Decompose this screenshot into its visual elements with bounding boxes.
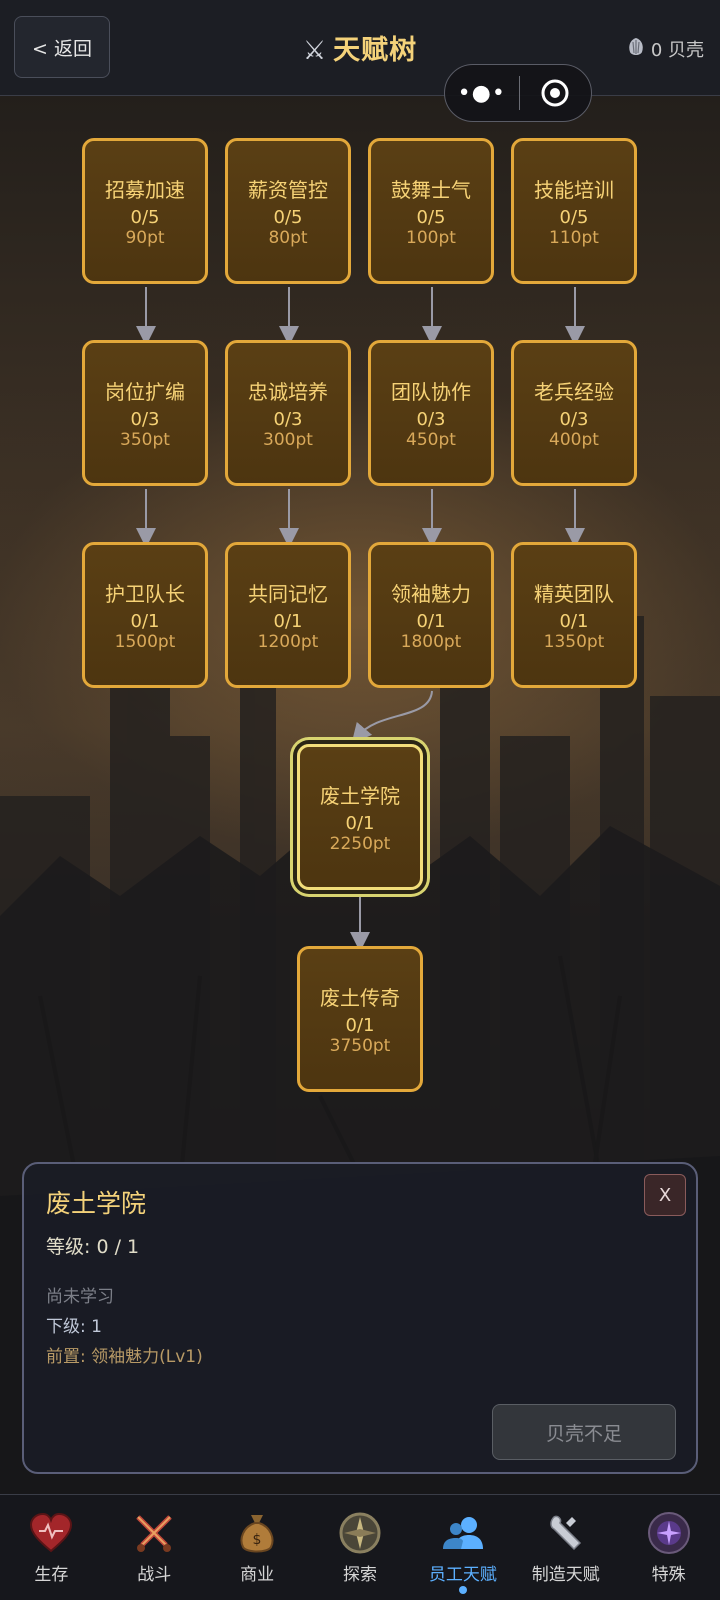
page-title-text: 天赋树 (333, 35, 418, 66)
talent-name: 技能培训 (534, 178, 614, 202)
crossed-swords-icon: ⚔ (302, 36, 328, 66)
talent-cost: 80pt (268, 228, 308, 248)
talent-cost: 300pt (263, 430, 313, 450)
talent-level: 0/1 (273, 611, 303, 632)
talent-node-teamwork[interactable]: 团队协作 0/3 450pt (368, 340, 494, 486)
tab-label: 商业 (240, 1565, 275, 1585)
special-icon (646, 1510, 692, 1556)
talent-cost: 100pt (406, 228, 456, 248)
talent-node-elite-team[interactable]: 精英团队 0/1 1350pt (511, 542, 637, 688)
detail-title: 废土学院 (46, 1189, 147, 1218)
upgrade-button[interactable]: 贝壳不足 (492, 1404, 676, 1460)
talent-level: 0/1 (559, 611, 589, 632)
compass-icon (337, 1510, 383, 1556)
svg-text:$: $ (253, 1532, 262, 1548)
talent-node-leader-charisma[interactable]: 领袖魅力 0/1 1800pt (368, 542, 494, 688)
shell-count-text: 0 贝壳 (650, 40, 704, 61)
tab-commerce[interactable]: $ 商业 (206, 1495, 309, 1600)
tab-explore[interactable]: 探索 (309, 1495, 412, 1600)
talent-name: 鼓舞士气 (391, 178, 471, 202)
talent-level: 0/1 (416, 611, 446, 632)
talent-cost: 2250pt (329, 834, 391, 854)
talent-level: 0/1 (130, 611, 160, 632)
talent-node-wasteland-academy[interactable]: 废土学院 0/1 2250pt (297, 744, 423, 890)
talent-name: 忠诚培养 (248, 380, 328, 404)
talent-node-skill-training[interactable]: 技能培训 0/5 110pt (511, 138, 637, 284)
detail-next-level: 下级: 1 (46, 1317, 102, 1337)
tab-staff-talent[interactable]: 员工天赋 (411, 1495, 514, 1600)
talent-cost: 350pt (120, 430, 170, 450)
talent-node-loyalty[interactable]: 忠诚培养 0/3 300pt (225, 340, 351, 486)
talent-level: 0/5 (559, 207, 589, 228)
mini-program-capsule: •●• (444, 64, 592, 122)
active-tab-indicator (459, 1586, 467, 1594)
talent-node-post-expansion[interactable]: 岗位扩编 0/3 350pt (82, 340, 208, 486)
talent-node-morale[interactable]: 鼓舞士气 0/5 100pt (368, 138, 494, 284)
talent-level: 0/5 (416, 207, 446, 228)
talent-node-salary-control[interactable]: 薪资管控 0/5 80pt (225, 138, 351, 284)
tab-label: 生存 (34, 1565, 69, 1585)
talent-level: 0/1 (345, 813, 375, 834)
page-title: ⚔ 天赋树 (0, 28, 720, 67)
talent-cost: 1500pt (114, 632, 176, 652)
close-button[interactable]: X (644, 1174, 686, 1216)
talent-level: 0/3 (273, 409, 303, 430)
talent-name: 精英团队 (534, 582, 614, 606)
talent-name: 废土学院 (320, 784, 400, 808)
talent-level: 0/5 (130, 207, 160, 228)
talent-name: 团队协作 (391, 380, 471, 404)
talent-cost: 90pt (125, 228, 165, 248)
tab-label: 探索 (343, 1565, 377, 1585)
talent-level: 0/3 (130, 409, 160, 430)
talent-name: 招募加速 (105, 178, 185, 202)
detail-level: 等级: 0 / 1 (46, 1236, 140, 1258)
talent-name: 薪资管控 (248, 178, 328, 202)
detail-prerequisite: 前置: 领袖魅力(Lv1) (46, 1347, 203, 1367)
crossed-swords-icon (131, 1510, 177, 1556)
more-dots-icon[interactable]: •●• (445, 81, 519, 106)
talent-name: 老兵经验 (534, 380, 614, 404)
talent-cost: 3750pt (329, 1036, 391, 1056)
bottom-tab-bar: 生存 战斗 $ 商业 探索 员工天赋 制造天赋 特殊 (0, 1494, 720, 1600)
talent-node-shared-memory[interactable]: 共同记忆 0/1 1200pt (225, 542, 351, 688)
talent-name: 废土传奇 (320, 986, 400, 1010)
talent-cost: 1800pt (400, 632, 462, 652)
talent-node-recruit-speed[interactable]: 招募加速 0/5 90pt (82, 138, 208, 284)
target-icon[interactable] (520, 78, 592, 108)
tab-label: 战斗 (137, 1565, 172, 1585)
talent-name: 岗位扩编 (105, 380, 185, 404)
talent-cost: 1350pt (543, 632, 605, 652)
talent-level: 0/1 (345, 1015, 375, 1036)
shell-balance: 0 贝壳 (627, 36, 704, 62)
tab-label: 特殊 (651, 1565, 686, 1585)
talent-node-guard-captain[interactable]: 护卫队长 0/1 1500pt (82, 542, 208, 688)
talent-cost: 110pt (549, 228, 599, 248)
talent-node-wasteland-legend[interactable]: 废土传奇 0/1 3750pt (297, 946, 423, 1092)
wrench-icon (543, 1510, 589, 1556)
talent-cost: 450pt (406, 430, 456, 450)
talent-name: 护卫队长 (105, 582, 185, 606)
talent-level: 0/3 (559, 409, 589, 430)
money-bag-icon: $ (234, 1510, 280, 1556)
tab-survival[interactable]: 生存 (0, 1495, 103, 1600)
talent-name: 共同记忆 (248, 582, 328, 606)
talent-level: 0/5 (273, 207, 303, 228)
tab-special[interactable]: 特殊 (617, 1495, 720, 1600)
tab-label: 制造天赋 (531, 1565, 600, 1585)
staff-icon (440, 1510, 486, 1556)
detail-status: 尚未学习 (46, 1287, 114, 1307)
talent-cost: 400pt (549, 430, 599, 450)
tab-label: 员工天赋 (428, 1565, 497, 1585)
talent-detail-panel: 废土学院 等级: 0 / 1 尚未学习 下级: 1 前置: 领袖魅力(Lv1) … (22, 1162, 698, 1474)
talent-node-veteran[interactable]: 老兵经验 0/3 400pt (511, 340, 637, 486)
talent-level: 0/3 (416, 409, 446, 430)
talent-cost: 1200pt (257, 632, 319, 652)
top-bar: < 返回 ⚔ 天赋树 0 贝壳 (0, 0, 720, 96)
tab-craft-talent[interactable]: 制造天赋 (514, 1495, 617, 1600)
tab-combat[interactable]: 战斗 (103, 1495, 206, 1600)
shell-icon (627, 37, 645, 62)
talent-name: 领袖魅力 (391, 582, 471, 606)
heart-icon (28, 1510, 74, 1556)
